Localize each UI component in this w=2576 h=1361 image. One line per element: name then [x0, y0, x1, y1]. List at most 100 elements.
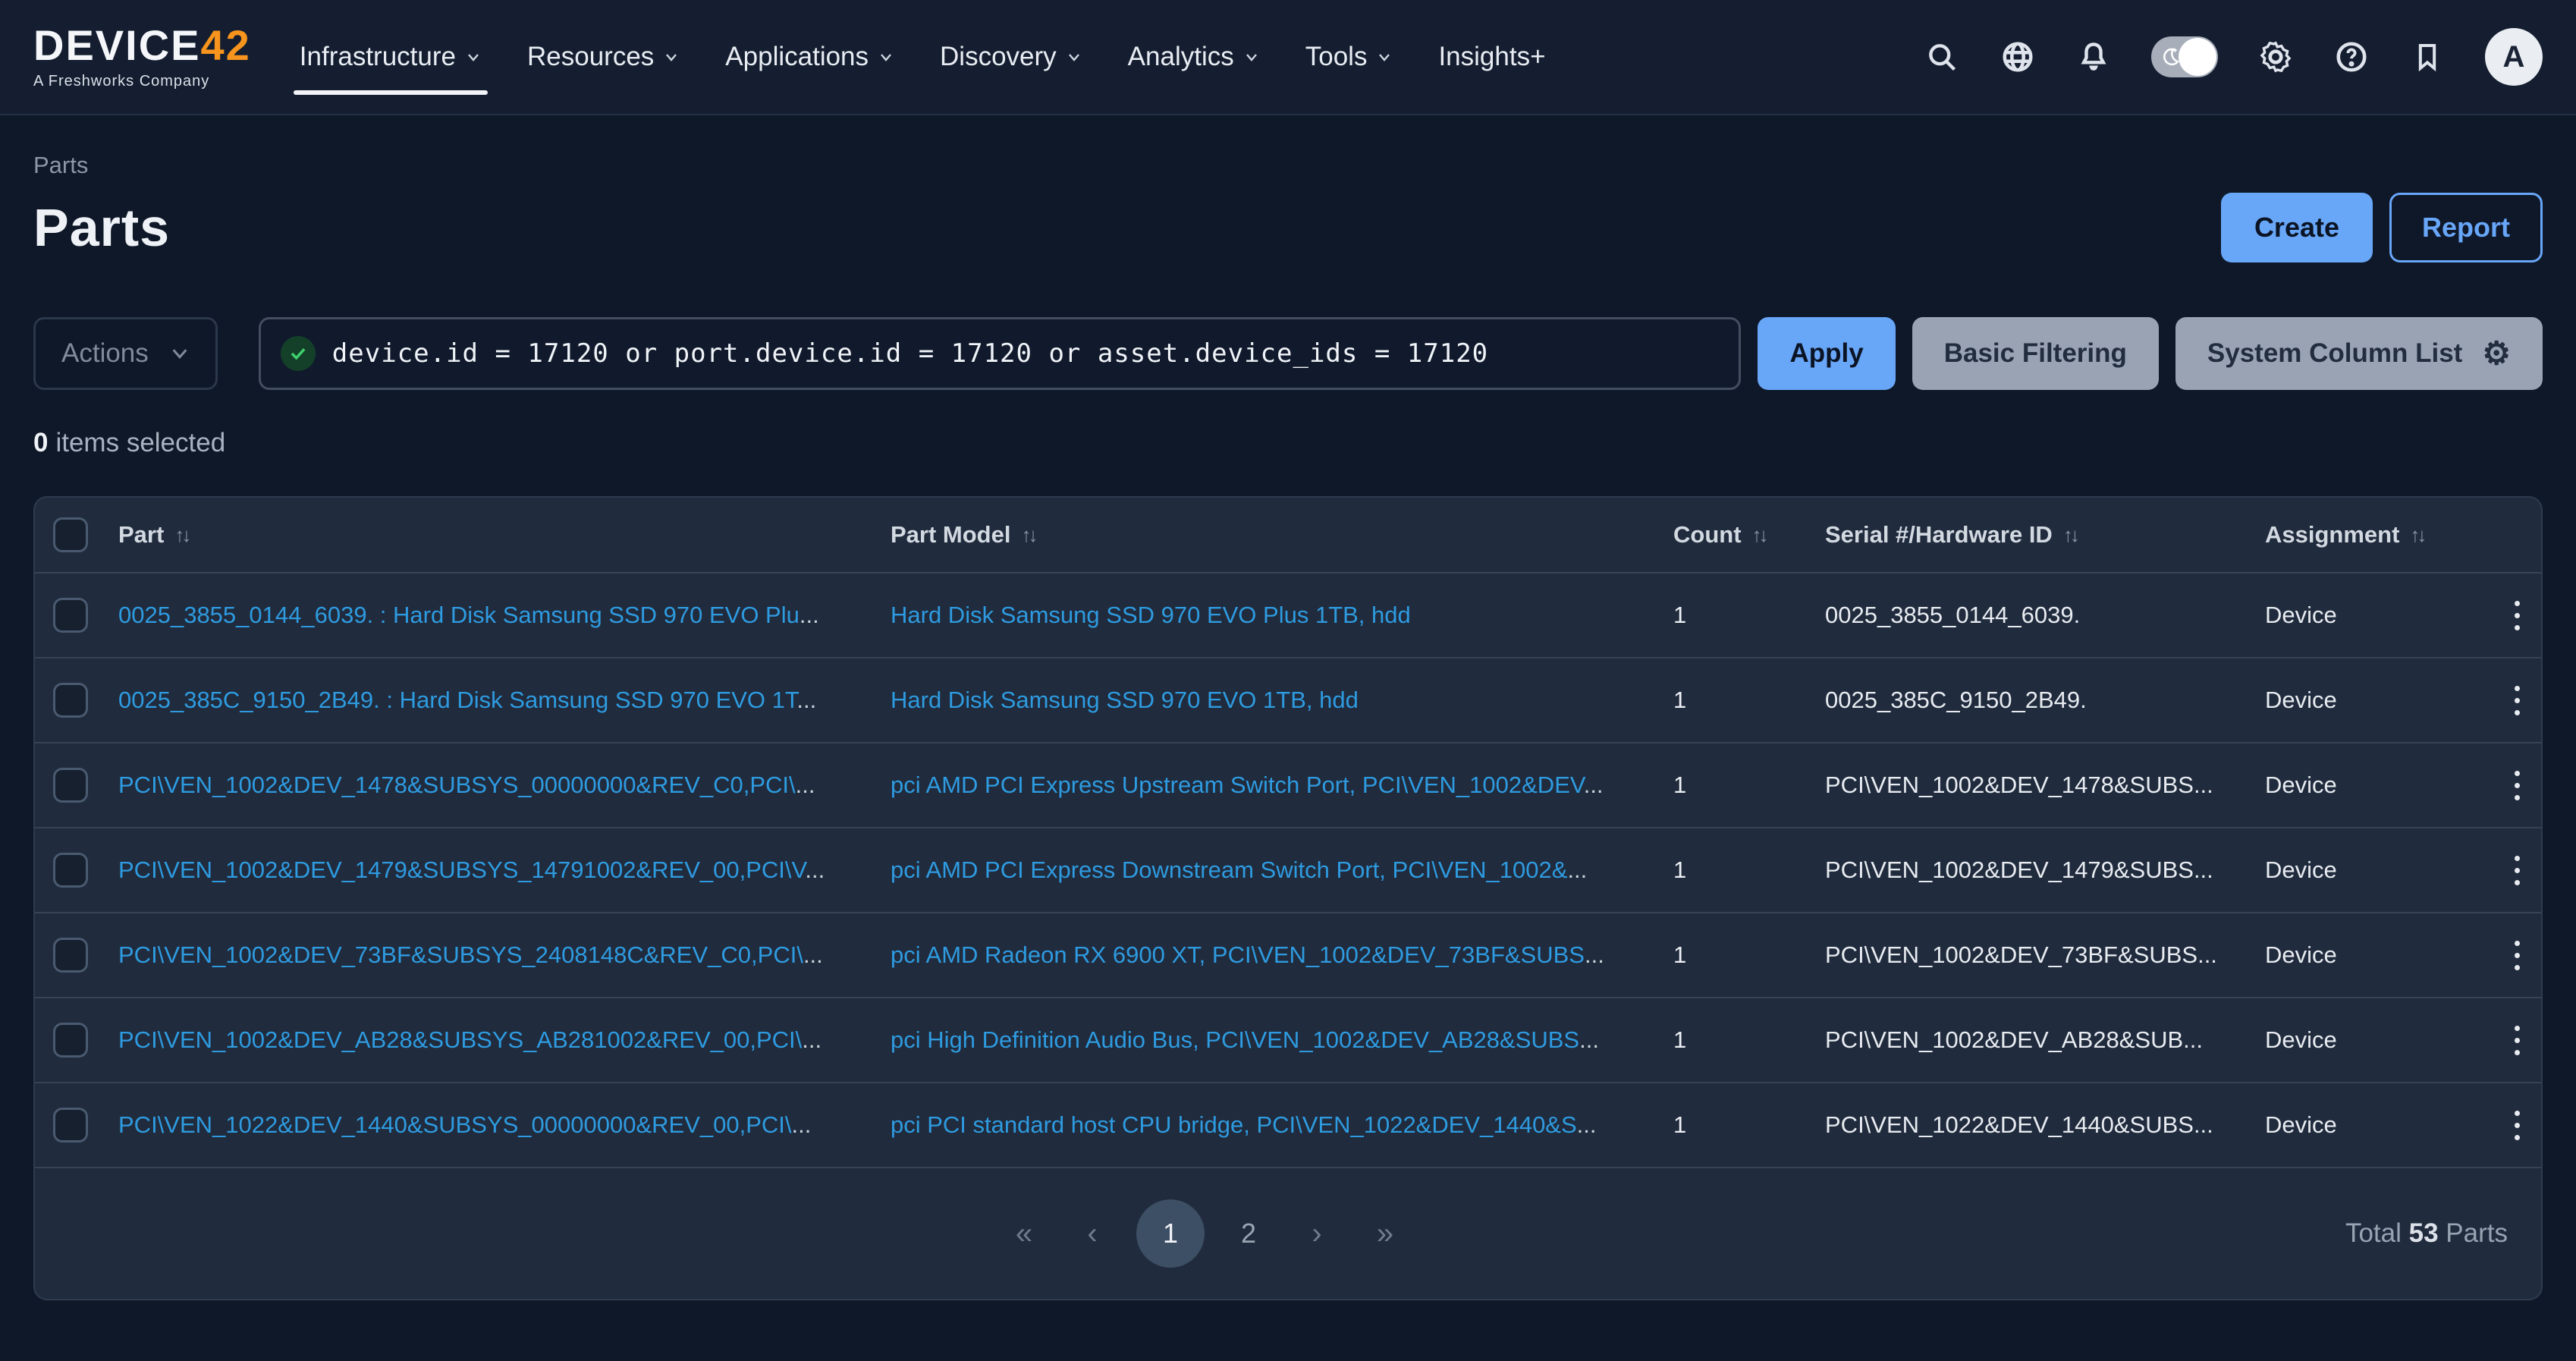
table-row: PCI\VEN_1002&DEV_AB28&SUBSYS_AB281002&RE…	[35, 998, 2541, 1083]
last-page-button[interactable]: »	[1361, 1199, 1409, 1268]
row-menu-kebab-icon[interactable]	[2502, 593, 2532, 638]
page-2-button[interactable]: 2	[1224, 1199, 1273, 1268]
row-menu-kebab-icon[interactable]	[2502, 678, 2532, 723]
column-label: Serial #/Hardware ID	[1825, 521, 2053, 548]
report-button[interactable]: Report	[2389, 193, 2543, 262]
count-cell: 1	[1673, 1026, 1825, 1054]
part-link[interactable]: PCI\VEN_1022&DEV_1440&SUBSYS_00000000&RE…	[118, 1111, 811, 1138]
serial-cell: PCI\VEN_1002&DEV_1479&SUBS...	[1825, 857, 2265, 884]
select-all-checkbox[interactable]	[53, 517, 88, 552]
part-link[interactable]: 0025_3855_0144_6039. : Hard Disk Samsung…	[118, 602, 819, 628]
part-model-link[interactable]: pci AMD PCI Express Downstream Switch Po…	[891, 857, 1587, 883]
bookmark-icon[interactable]	[2409, 39, 2446, 75]
pagination-bar: « ‹ 1 2 › » Total 53 Parts	[35, 1168, 2541, 1299]
menu-resources[interactable]: Resources	[527, 42, 680, 72]
part-link[interactable]: PCI\VEN_1002&DEV_73BF&SUBSYS_2408148C&RE…	[118, 941, 823, 968]
serial-cell: 0025_385C_9150_2B49.	[1825, 687, 2265, 714]
serial-cell: 0025_3855_0144_6039.	[1825, 602, 2265, 629]
menu-infrastructure[interactable]: Infrastructure	[300, 42, 482, 72]
dark-mode-toggle[interactable]	[2151, 36, 2218, 77]
selection-summary: 0items selected	[33, 428, 2543, 458]
part-model-link[interactable]: pci AMD PCI Express Upstream Switch Port…	[891, 772, 1604, 798]
device42-logo[interactable]: DEVICE42 A Freshworks Company	[33, 24, 251, 90]
part-link[interactable]: PCI\VEN_1002&DEV_1479&SUBSYS_14791002&RE…	[118, 857, 825, 883]
actions-dropdown[interactable]: Actions	[33, 317, 218, 390]
row-checkbox[interactable]	[53, 1108, 88, 1143]
assignment-cell: Device	[2265, 687, 2493, 714]
apply-button[interactable]: Apply	[1758, 317, 1895, 390]
part-link[interactable]: PCI\VEN_1002&DEV_1478&SUBSYS_00000000&RE…	[118, 772, 815, 798]
selection-count: 0	[33, 428, 48, 457]
search-icon[interactable]	[1924, 39, 1960, 75]
sort-icon: ↑↓	[2063, 523, 2077, 547]
part-model-link[interactable]: pci PCI standard host CPU bridge, PCI\VE…	[891, 1111, 1597, 1138]
row-menu-kebab-icon[interactable]	[2502, 848, 2532, 893]
column-header-part-model[interactable]: Part Model ↑↓	[891, 521, 1673, 548]
row-checkbox[interactable]	[53, 938, 88, 973]
row-menu-kebab-icon[interactable]	[2502, 933, 2532, 978]
breadcrumb: Parts	[33, 152, 2543, 179]
row-menu-kebab-icon[interactable]	[2502, 1103, 2532, 1148]
create-button[interactable]: Create	[2221, 193, 2373, 262]
part-model-link[interactable]: pci AMD Radeon RX 6900 XT, PCI\VEN_1002&…	[891, 941, 1604, 968]
row-checkbox[interactable]	[53, 683, 88, 718]
parts-table: Part ↑↓ Part Model ↑↓ Count ↑↓ Serial #/…	[33, 496, 2543, 1300]
chevron-down-icon	[663, 49, 680, 65]
top-navigation-bar: DEVICE42 A Freshworks Company Infrastruc…	[0, 0, 2576, 115]
count-cell: 1	[1673, 687, 1825, 714]
previous-page-button[interactable]: ‹	[1068, 1199, 1117, 1268]
globe-icon[interactable]	[2000, 39, 2036, 75]
chevron-down-icon	[1066, 49, 1082, 65]
system-column-list-button[interactable]: System Column List ⚙	[2175, 317, 2543, 390]
sort-icon: ↑↓	[2410, 523, 2424, 547]
count-cell: 1	[1673, 941, 1825, 969]
menu-insights-plus[interactable]: Insights+	[1438, 42, 1545, 72]
column-header-serial[interactable]: Serial #/Hardware ID ↑↓	[1825, 521, 2265, 548]
menu-discovery[interactable]: Discovery	[940, 42, 1082, 72]
nav-utility-icons: A	[1924, 28, 2543, 86]
part-link[interactable]: 0025_385C_9150_2B49. : Hard Disk Samsung…	[118, 687, 816, 713]
settings-gear-icon[interactable]	[2257, 39, 2294, 75]
count-cell: 1	[1673, 602, 1825, 629]
filter-query-input[interactable]: device.id = 17120 or port.device.id = 17…	[259, 317, 1742, 390]
part-model-link[interactable]: pci High Definition Audio Bus, PCI\VEN_1…	[891, 1026, 1599, 1053]
help-icon[interactable]	[2333, 39, 2370, 75]
menu-tools[interactable]: Tools	[1305, 42, 1393, 72]
row-checkbox[interactable]	[53, 598, 88, 633]
row-menu-kebab-icon[interactable]	[2502, 1018, 2532, 1063]
assignment-cell: Device	[2265, 772, 2493, 799]
serial-cell: PCI\VEN_1002&DEV_73BF&SUBS...	[1825, 941, 2265, 969]
main-menu: Infrastructure Resources Applications Di…	[300, 42, 1546, 72]
page-title: Parts	[33, 197, 170, 258]
first-page-button[interactable]: «	[1000, 1199, 1048, 1268]
pager: « ‹ 1 2 › »	[1000, 1199, 1409, 1268]
row-checkbox[interactable]	[53, 853, 88, 888]
menu-applications[interactable]: Applications	[725, 42, 894, 72]
column-label: Assignment	[2265, 521, 2399, 548]
table-row: 0025_3855_0144_6039. : Hard Disk Samsung…	[35, 574, 2541, 658]
notifications-bell-icon[interactable]	[2075, 39, 2112, 75]
assignment-cell: Device	[2265, 941, 2493, 969]
column-header-count[interactable]: Count ↑↓	[1673, 521, 1825, 548]
part-model-link[interactable]: Hard Disk Samsung SSD 970 EVO 1TB, hdd	[891, 687, 1359, 713]
filter-query-text: device.id = 17120 or port.device.id = 17…	[332, 338, 1488, 369]
part-model-link[interactable]: Hard Disk Samsung SSD 970 EVO Plus 1TB, …	[891, 602, 1411, 628]
assignment-cell: Device	[2265, 1026, 2493, 1054]
row-checkbox[interactable]	[53, 1023, 88, 1058]
chevron-down-icon	[465, 49, 482, 65]
next-page-button[interactable]: ›	[1293, 1199, 1341, 1268]
page-1-button[interactable]: 1	[1136, 1199, 1205, 1268]
column-header-assignment[interactable]: Assignment ↑↓	[2265, 521, 2493, 548]
row-menu-kebab-icon[interactable]	[2502, 763, 2532, 808]
assignment-cell: Device	[2265, 857, 2493, 884]
basic-filtering-button[interactable]: Basic Filtering	[1912, 317, 2159, 390]
row-checkbox[interactable]	[53, 768, 88, 803]
part-link[interactable]: PCI\VEN_1002&DEV_AB28&SUBSYS_AB281002&RE…	[118, 1026, 821, 1053]
menu-label: Analytics	[1128, 42, 1234, 72]
user-avatar[interactable]: A	[2485, 28, 2543, 86]
filter-toolbar: Actions device.id = 17120 or port.device…	[33, 317, 2543, 390]
menu-analytics[interactable]: Analytics	[1128, 42, 1260, 72]
serial-cell: PCI\VEN_1022&DEV_1440&SUBS...	[1825, 1111, 2265, 1139]
column-header-part[interactable]: Part ↑↓	[118, 521, 891, 548]
actions-label: Actions	[61, 338, 149, 369]
